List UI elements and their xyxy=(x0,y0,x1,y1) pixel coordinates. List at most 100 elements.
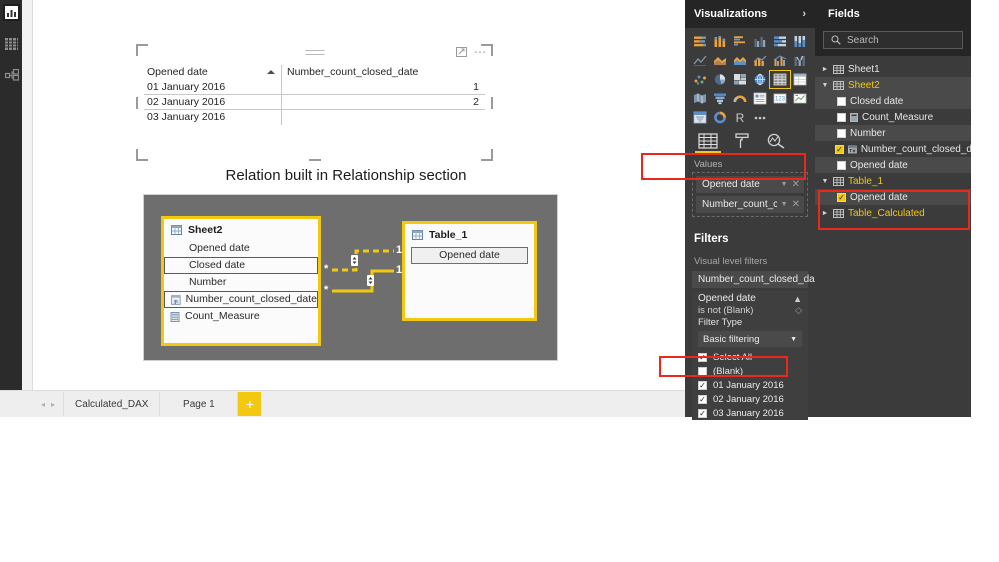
chevron-down-icon[interactable]: ▼ xyxy=(781,181,788,188)
filter-card-opened-date[interactable]: Opened date ▲ is not (Blank) ◇ Filter Ty… xyxy=(692,291,808,420)
search-input[interactable]: Search xyxy=(823,31,963,49)
line-stacked-column-chart-icon[interactable] xyxy=(750,52,770,69)
fields-tree-field-table1-opened-date[interactable]: ✓ Opened date xyxy=(815,189,971,205)
chevron-right-icon[interactable]: › xyxy=(802,8,806,20)
chevron-right-icon[interactable]: ► xyxy=(821,66,829,73)
stacked-bar-chart-icon[interactable] xyxy=(690,33,710,50)
add-page-button[interactable]: + xyxy=(237,392,262,416)
checkbox-checked[interactable]: ✓ xyxy=(837,192,846,202)
ribbon-chart-icon[interactable] xyxy=(790,52,810,69)
checkbox-checked[interactable]: ✓ xyxy=(698,394,707,404)
data-view-icon[interactable] xyxy=(3,35,20,52)
scatter-chart-icon[interactable] xyxy=(690,71,710,88)
column-header-count[interactable]: Number_count_closed_date xyxy=(281,64,485,80)
100-stacked-column-chart-icon[interactable] xyxy=(790,33,810,50)
table-row[interactable]: 01 January 2016 1 xyxy=(144,80,485,95)
filter-item-date[interactable]: ✓ 01 January 2016 xyxy=(698,378,802,392)
line-chart-icon[interactable] xyxy=(690,52,710,69)
filter-item-date[interactable]: ✓ 03 January 2016 xyxy=(698,406,802,420)
chevron-down-icon[interactable]: ▼ xyxy=(790,336,797,343)
fields-tree-table-table-calculated[interactable]: ► Table_Calculated xyxy=(815,205,971,221)
page-tab-calculated-dax[interactable]: Calculated_DAX xyxy=(63,392,159,416)
next-page-icon[interactable]: ▸ xyxy=(51,400,55,409)
report-view-icon[interactable] xyxy=(3,4,20,21)
checkbox-unchecked[interactable] xyxy=(837,160,846,170)
filled-map-icon[interactable] xyxy=(690,90,710,107)
checkbox-checked[interactable]: ✓ xyxy=(698,408,707,418)
filter-item-select-all[interactable]: ✓ Select All xyxy=(698,350,802,364)
page-tab-page-1[interactable]: Page 1 xyxy=(159,392,237,416)
chevron-down-icon[interactable]: ▼ xyxy=(821,178,829,185)
drag-handle-icon[interactable] xyxy=(305,50,324,55)
fields-tree-label: Opened date xyxy=(850,191,908,203)
fields-panel: Fields Search ► Sheet1 ▼ Sheet2 Closed d… xyxy=(815,0,971,417)
table-icon[interactable] xyxy=(769,70,791,89)
multi-row-card-icon[interactable] xyxy=(750,90,770,107)
focus-mode-icon[interactable] xyxy=(456,47,467,57)
sort-ascending-icon[interactable] xyxy=(267,69,275,74)
funnel-icon[interactable] xyxy=(710,90,730,107)
fields-tree-table-sheet2[interactable]: ▼ Sheet2 xyxy=(815,77,971,93)
checkbox-unchecked[interactable] xyxy=(837,112,846,122)
filter-item-date[interactable]: ✓ 02 January 2016 xyxy=(698,392,802,406)
stacked-column-chart-icon[interactable] xyxy=(710,33,730,50)
column-header-opened-date[interactable]: Opened date xyxy=(147,66,208,78)
prev-page-icon[interactable]: ◂ xyxy=(41,400,45,409)
100-stacked-bar-chart-icon[interactable] xyxy=(770,33,790,50)
close-icon[interactable]: ✕ xyxy=(792,179,800,190)
stacked-area-chart-icon[interactable] xyxy=(730,52,750,69)
table-row[interactable]: 02 January 2016 2 xyxy=(144,95,485,110)
relationships-view-icon[interactable] xyxy=(3,66,20,83)
fields-tree-field-opened-date[interactable]: Opened date xyxy=(815,157,971,173)
treemap-icon[interactable] xyxy=(730,71,750,88)
checkbox-checked[interactable]: ✓ xyxy=(835,144,844,154)
fields-tree-field-count-measure[interactable]: Count_Measure xyxy=(815,109,971,125)
left-rail xyxy=(0,0,22,417)
more-visuals-icon[interactable] xyxy=(750,109,770,126)
analytics-tab[interactable] xyxy=(759,133,793,157)
table-visual[interactable]: ⋯ Opened date Number_count_closed_date 0… xyxy=(136,44,493,161)
table-header-row: Opened date Number_count_closed_date xyxy=(144,64,485,80)
chevron-down-icon[interactable]: ▼ xyxy=(821,82,829,89)
more-options-icon[interactable]: ⋯ xyxy=(474,46,487,58)
checkbox-checked[interactable]: ✓ xyxy=(698,352,707,362)
checkbox-unchecked[interactable] xyxy=(837,128,846,138)
chevron-up-icon[interactable]: ▲ xyxy=(793,294,802,304)
fields-tree-table-table1[interactable]: ▼ Table_1 xyxy=(815,173,971,189)
checkbox-unchecked[interactable] xyxy=(698,366,707,376)
fields-tree-field-closed-date[interactable]: Closed date xyxy=(815,93,971,109)
line-clustered-column-chart-icon[interactable] xyxy=(770,52,790,69)
slicer-icon[interactable] xyxy=(690,109,710,126)
map-icon[interactable] xyxy=(750,71,770,88)
fields-tab[interactable] xyxy=(691,133,725,157)
close-icon[interactable]: ✕ xyxy=(792,199,800,210)
value-chip-number-count-closed[interactable]: Number_count_close... ▼ ✕ xyxy=(696,196,804,213)
filter-type-dropdown[interactable]: Basic filtering ▼ xyxy=(698,331,802,347)
fields-tree-table-sheet1[interactable]: ► Sheet1 xyxy=(815,61,971,77)
filter-card-collapsed[interactable]: Number_count_closed_da... xyxy=(692,271,823,288)
r-script-visual-icon[interactable]: R xyxy=(730,109,750,126)
eraser-icon[interactable]: ◇ xyxy=(795,305,802,316)
chevron-down-icon[interactable]: ▼ xyxy=(781,201,788,208)
checkbox-unchecked[interactable] xyxy=(837,96,846,106)
clustered-column-chart-icon[interactable] xyxy=(750,33,770,50)
chevron-right-icon[interactable]: ► xyxy=(821,210,829,217)
filter-item-blank[interactable]: (Blank) xyxy=(698,364,802,378)
kpi-icon[interactable] xyxy=(790,90,810,107)
matrix-icon[interactable] xyxy=(790,71,810,88)
chip-label: Opened date xyxy=(702,179,760,190)
card-icon[interactable]: 123 xyxy=(770,90,790,107)
checkbox-checked[interactable]: ✓ xyxy=(698,380,707,390)
format-tab[interactable] xyxy=(725,133,759,157)
values-well[interactable]: Opened date ▼ ✕ Number_count_close... ▼ … xyxy=(692,172,808,217)
area-chart-icon[interactable] xyxy=(710,52,730,69)
donut-chart-icon[interactable] xyxy=(710,109,730,126)
value-chip-opened-date[interactable]: Opened date ▼ ✕ xyxy=(696,176,804,193)
pie-chart-icon[interactable] xyxy=(710,71,730,88)
page-nav-arrows[interactable]: ◂ ▸ xyxy=(33,400,63,409)
fields-tree-field-number-count-closed-date[interactable]: ✓ Number_count_closed_date xyxy=(815,141,971,157)
clustered-bar-chart-icon[interactable] xyxy=(730,33,750,50)
fields-tree-field-number[interactable]: Number xyxy=(815,125,971,141)
gauge-icon[interactable] xyxy=(730,90,750,107)
table-row[interactable]: 03 January 2016 xyxy=(144,110,485,125)
